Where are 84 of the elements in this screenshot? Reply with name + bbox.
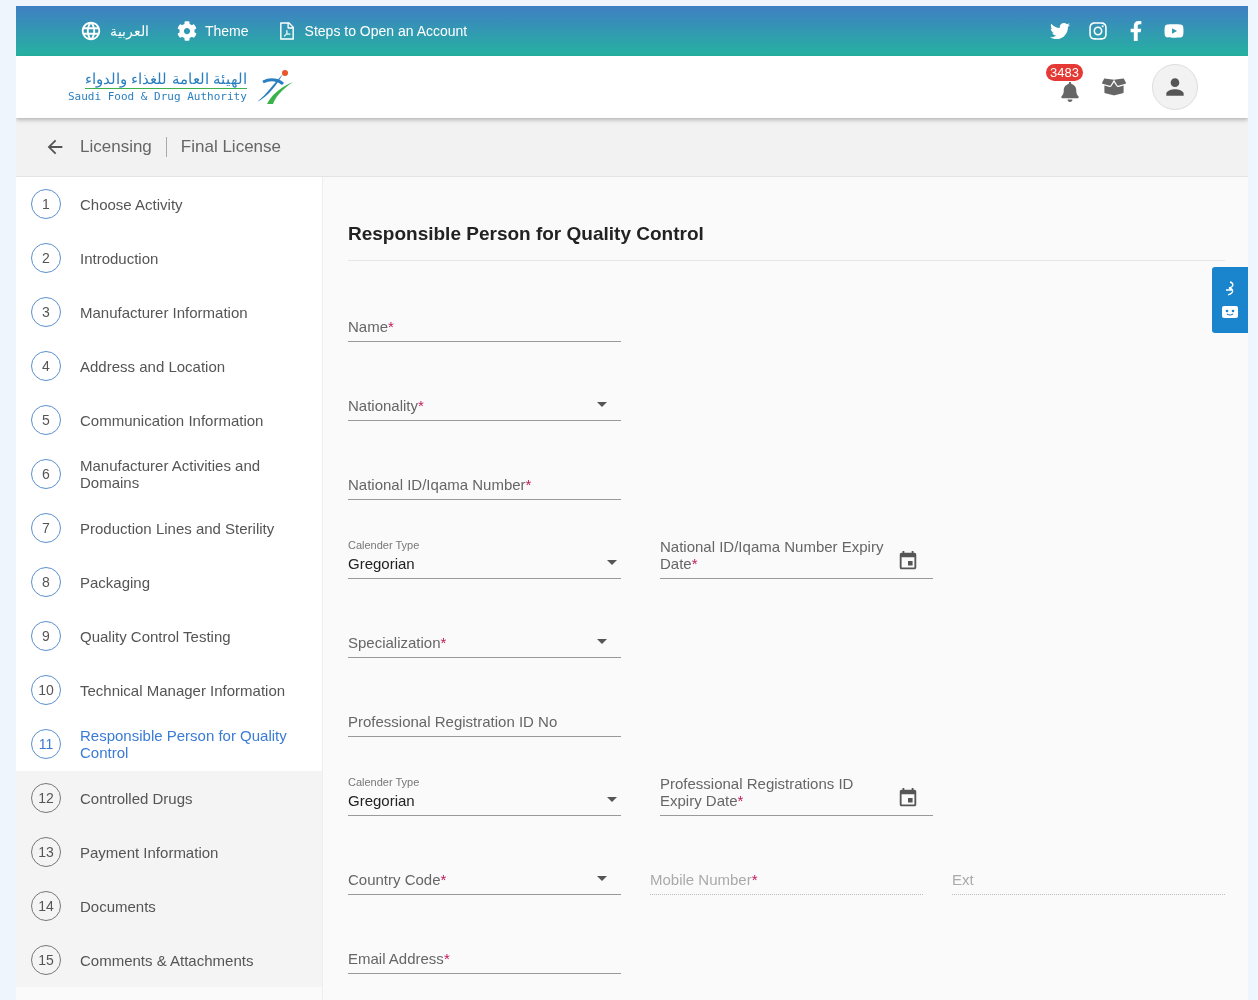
required-mark: * bbox=[751, 871, 758, 888]
field-value: Gregorian bbox=[348, 555, 416, 572]
gear-icon bbox=[177, 21, 197, 41]
step-item[interactable]: 1 Choose Activity bbox=[16, 177, 322, 231]
step-item[interactable]: 3 Manufacturer Information bbox=[16, 285, 322, 339]
step-item[interactable]: 10 Technical Manager Information bbox=[16, 663, 322, 717]
field-label: Mobile Number* bbox=[650, 871, 759, 888]
step-label: Payment Information bbox=[80, 843, 219, 861]
calendar-icon bbox=[897, 550, 919, 572]
text-field[interactable]: Email Address* bbox=[348, 923, 621, 974]
step-label: Documents bbox=[80, 897, 156, 915]
step-label: Communication Information bbox=[80, 411, 264, 429]
dropdown-caret-icon bbox=[607, 560, 617, 565]
required-mark: * bbox=[525, 476, 532, 493]
dropdown-field[interactable]: Nationality* bbox=[348, 370, 621, 421]
date-field[interactable]: Professional Registrations ID Expiry Date* bbox=[660, 765, 933, 816]
required-mark: * bbox=[418, 397, 424, 414]
step-label: Production Lines and Sterility bbox=[80, 519, 275, 537]
step-label: Comments & Attachments bbox=[80, 951, 254, 969]
squiggle-icon bbox=[1224, 281, 1236, 297]
step-label: Controlled Drugs bbox=[80, 789, 193, 807]
user-avatar[interactable] bbox=[1152, 64, 1198, 110]
step-item[interactable]: 11 Responsible Person for Quality Control bbox=[16, 717, 322, 771]
field-label: Professional Registrations ID Expiry Date* bbox=[660, 775, 855, 809]
globe-icon bbox=[80, 20, 102, 42]
bot-face-icon bbox=[1221, 305, 1239, 319]
required-mark: * bbox=[440, 634, 447, 651]
twitter-icon[interactable] bbox=[1050, 21, 1070, 41]
text-field[interactable]: Name* bbox=[348, 291, 621, 342]
breadcrumb-item: Final License bbox=[180, 137, 281, 157]
dropdown-field[interactable]: Specialization* bbox=[348, 607, 621, 658]
logo-english-text: Saudi Food & Drug Authority bbox=[68, 88, 247, 105]
dropdown-caret-icon bbox=[607, 797, 617, 802]
field-label: Professional Registration ID No bbox=[348, 713, 559, 730]
dropdown-caret-icon bbox=[597, 402, 607, 407]
required-mark: * bbox=[388, 318, 394, 335]
field-label: Calender Type bbox=[348, 776, 421, 788]
step-item[interactable]: 8 Packaging bbox=[16, 555, 322, 609]
youtube-icon[interactable] bbox=[1164, 21, 1184, 41]
step-label: Manufacturer Activities and Domains bbox=[80, 457, 262, 491]
dropdown-field[interactable]: Calender Type Gregorian bbox=[348, 528, 621, 579]
form-title: Responsible Person for Quality Control bbox=[348, 223, 1225, 261]
text-field[interactable]: Professional Registration ID No bbox=[348, 686, 621, 737]
field-label: National ID/Iqama Number* bbox=[348, 476, 533, 493]
required-mark: * bbox=[691, 555, 698, 572]
step-label: Technical Manager Information bbox=[80, 681, 286, 699]
required-mark: * bbox=[443, 950, 450, 967]
required-mark: * bbox=[440, 871, 447, 888]
step-label: Quality Control Testing bbox=[80, 627, 231, 645]
step-label: Address and Location bbox=[80, 357, 226, 375]
step-label: Choose Activity bbox=[80, 195, 183, 213]
field-value: Gregorian bbox=[348, 792, 416, 809]
step-item[interactable]: 9 Quality Control Testing bbox=[16, 609, 322, 663]
required-mark: * bbox=[737, 792, 744, 809]
calendar-icon bbox=[897, 787, 919, 809]
text-field[interactable]: National ID/Iqama Number* bbox=[348, 449, 621, 500]
step-label: Packaging bbox=[80, 573, 151, 591]
field-label: Calender Type bbox=[348, 539, 421, 551]
date-field[interactable]: National ID/Iqama Number Expiry Date* bbox=[660, 528, 933, 579]
step-label: Introduction bbox=[80, 249, 159, 267]
dropdown-field[interactable]: Country Code* bbox=[348, 844, 621, 895]
dropdown-caret-icon bbox=[597, 639, 607, 644]
field-label: Nationality* bbox=[348, 397, 425, 414]
step-item[interactable]: 2 Introduction bbox=[16, 231, 322, 285]
field-label: Specialization* bbox=[348, 634, 448, 651]
logo-arabic-text: الهيئة العامة للغذاء والدواء bbox=[85, 69, 247, 89]
instagram-icon[interactable] bbox=[1088, 21, 1108, 41]
step-label: Responsible Person for Quality Control bbox=[80, 727, 288, 761]
dropdown-caret-icon bbox=[597, 876, 607, 881]
notification-count: 3483 bbox=[1046, 64, 1083, 81]
step-item[interactable]: 4 Address and Location bbox=[16, 339, 322, 393]
field-label: Email Address* bbox=[348, 950, 451, 967]
field-label: National ID/Iqama Number Expiry Date* bbox=[660, 538, 885, 572]
field-label: Country Code* bbox=[348, 871, 448, 888]
step-item[interactable]: 6 Manufacturer Activities and Domains bbox=[16, 447, 322, 501]
dropdown-field[interactable]: Calender Type Gregorian bbox=[348, 765, 621, 816]
step-item[interactable]: 5 Communication Information bbox=[16, 393, 322, 447]
breadcrumb-item[interactable]: Licensing bbox=[80, 137, 152, 157]
step-item[interactable]: 7 Production Lines and Sterility bbox=[16, 501, 322, 555]
step-label: Manufacturer Information bbox=[80, 303, 248, 321]
field-label: Name* bbox=[348, 318, 395, 335]
chatbot-tab[interactable] bbox=[1212, 267, 1248, 333]
field-label: Ext bbox=[952, 871, 975, 888]
bell-icon[interactable] bbox=[1060, 82, 1080, 102]
